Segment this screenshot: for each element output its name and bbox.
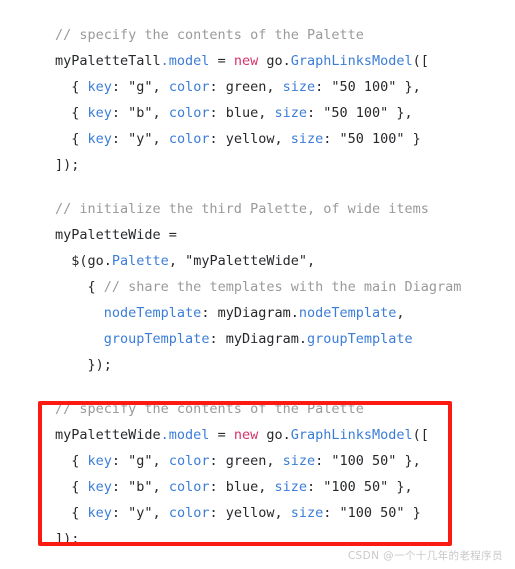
code-token-plain: {	[71, 131, 88, 147]
code-snippet-image: // specify the contents of the Palette my…	[0, 0, 515, 569]
code-token-plain: =	[209, 53, 234, 69]
code-line: // specify the contents of the Palette	[55, 396, 429, 422]
code-token-plain: : myDiagram.	[209, 331, 307, 347]
code-token-plain: : "y",	[111, 131, 169, 147]
code-token-plain: : "g",	[111, 79, 169, 95]
code-token-plain: : yellow,	[209, 505, 291, 521]
code-token-plain: : "y",	[111, 505, 169, 521]
code-token-plain: myPaletteWide	[55, 427, 161, 443]
code-token-plain: : "50 100" },	[307, 105, 413, 121]
code-token-property: groupTemplate	[307, 331, 413, 347]
code-token-plain: {	[71, 479, 88, 495]
code-token-plain: : "100 50" }	[323, 505, 421, 521]
code-token-comment: // specify the contents of the Palette	[55, 27, 364, 43]
code-token-plain: : green,	[209, 79, 283, 95]
code-token-property: size	[282, 79, 316, 95]
code-token-plain: ]);	[55, 157, 80, 173]
code-token-plain: });	[87, 357, 112, 373]
code-token-type: GraphLinksModel	[290, 53, 413, 69]
code-token-plain: : blue,	[209, 105, 275, 121]
code-token-plain: : "b",	[111, 479, 169, 495]
code-token-property: color	[168, 453, 210, 469]
code-token-plain: {	[87, 279, 104, 295]
code-token-property: color	[168, 105, 210, 121]
code-line: ]);	[55, 152, 429, 178]
code-token-property: key	[87, 453, 112, 469]
code-token-property: color	[168, 131, 210, 147]
code-token-type: Palette	[111, 253, 169, 269]
code-line: groupTemplate: myDiagram.groupTemplate	[55, 326, 461, 352]
code-token-plain: {	[71, 505, 88, 521]
code-token-plain: =	[209, 427, 234, 443]
code-token-property: nodeTemplate	[103, 305, 202, 321]
code-token-property: .model	[160, 53, 210, 69]
code-token-property: color	[168, 79, 210, 95]
code-block-palette-wide-model: // specify the contents of the Palette my…	[55, 396, 429, 552]
code-token-plain: : myDiagram.	[201, 305, 299, 321]
code-token-plain: $(go.	[71, 253, 112, 269]
csdn-watermark: CSDN @一个十几年的老程序员	[347, 550, 503, 562]
code-line: { key: "y", color: yellow, size: "50 100…	[55, 126, 429, 152]
code-token-property: key	[87, 131, 112, 147]
code-token-plain: : "100 50" },	[307, 479, 413, 495]
code-token-plain: : "50 100" }	[323, 131, 421, 147]
code-line: { // share the templates with the main D…	[55, 274, 462, 300]
code-block-palette-tall: // specify the contents of the Palette my…	[55, 22, 429, 178]
code-token-property: size	[274, 105, 308, 121]
code-line: { key: "g", color: green, size: "50 100"…	[55, 74, 429, 100]
code-token-plain: : "b",	[111, 105, 169, 121]
code-line: $(go.Palette, "myPaletteWide",	[55, 248, 461, 274]
code-token-plain: {	[71, 79, 88, 95]
code-token-plain: {	[71, 105, 88, 121]
code-token-plain: ([	[412, 427, 429, 443]
code-token-plain: : "100 50" },	[315, 453, 421, 469]
code-line: myPaletteWide.model = new go.GraphLinksM…	[55, 422, 429, 448]
code-token-property: nodeTemplate	[298, 305, 397, 321]
code-token-plain: go.	[258, 427, 291, 443]
code-line: myPaletteTall.model = new go.GraphLinksM…	[55, 48, 429, 74]
code-token-plain: : "50 100" },	[315, 79, 421, 95]
code-token-property: key	[87, 105, 112, 121]
code-line: { key: "b", color: blue, size: "100 50" …	[55, 474, 429, 500]
code-line: myPaletteWide =	[55, 222, 461, 248]
code-block-palette-wide-init: // initialize the third Palette, of wide…	[55, 196, 461, 378]
code-token-property: key	[87, 79, 112, 95]
code-token-plain: : blue,	[209, 479, 275, 495]
code-token-property: size	[290, 505, 324, 521]
code-token-property: size	[274, 479, 308, 495]
code-token-property: key	[87, 505, 112, 521]
code-token-plain: ([	[412, 53, 429, 69]
code-token-property: key	[87, 479, 112, 495]
code-token-plain: , "myPaletteWide",	[168, 253, 316, 269]
code-line: });	[55, 352, 461, 378]
code-line: { key: "y", color: yellow, size: "100 50…	[55, 500, 429, 526]
code-token-plain: ,	[396, 305, 405, 321]
code-token-property: size	[282, 453, 316, 469]
code-token-keyword: new	[233, 427, 259, 443]
code-token-plain: {	[71, 453, 88, 469]
code-token-plain: myPaletteWide =	[55, 227, 177, 243]
code-line: { key: "b", color: blue, size: "50 100" …	[55, 100, 429, 126]
code-token-property: size	[290, 131, 324, 147]
code-line: // specify the contents of the Palette	[55, 22, 429, 48]
code-token-plain: go.	[258, 53, 291, 69]
code-line: // initialize the third Palette, of wide…	[55, 196, 461, 222]
code-token-plain: : green,	[209, 453, 283, 469]
code-token-plain: ]);	[55, 531, 80, 547]
code-token-property: color	[168, 479, 210, 495]
code-line: { key: "g", color: green, size: "100 50"…	[55, 448, 429, 474]
code-token-property: color	[168, 505, 210, 521]
code-token-plain: myPaletteTall	[55, 53, 161, 69]
code-line: nodeTemplate: myDiagram.nodeTemplate,	[55, 300, 461, 326]
code-token-comment: // initialize the third Palette, of wide…	[55, 201, 429, 217]
code-token-type: GraphLinksModel	[290, 427, 413, 443]
code-token-property: .model	[160, 427, 210, 443]
code-token-property: groupTemplate	[103, 331, 210, 347]
code-token-plain: : "g",	[111, 453, 169, 469]
code-token-comment: // specify the contents of the Palette	[55, 401, 364, 417]
code-token-comment: // share the templates with the main Dia…	[103, 279, 462, 295]
code-token-plain: : yellow,	[209, 131, 291, 147]
code-token-keyword: new	[233, 53, 259, 69]
